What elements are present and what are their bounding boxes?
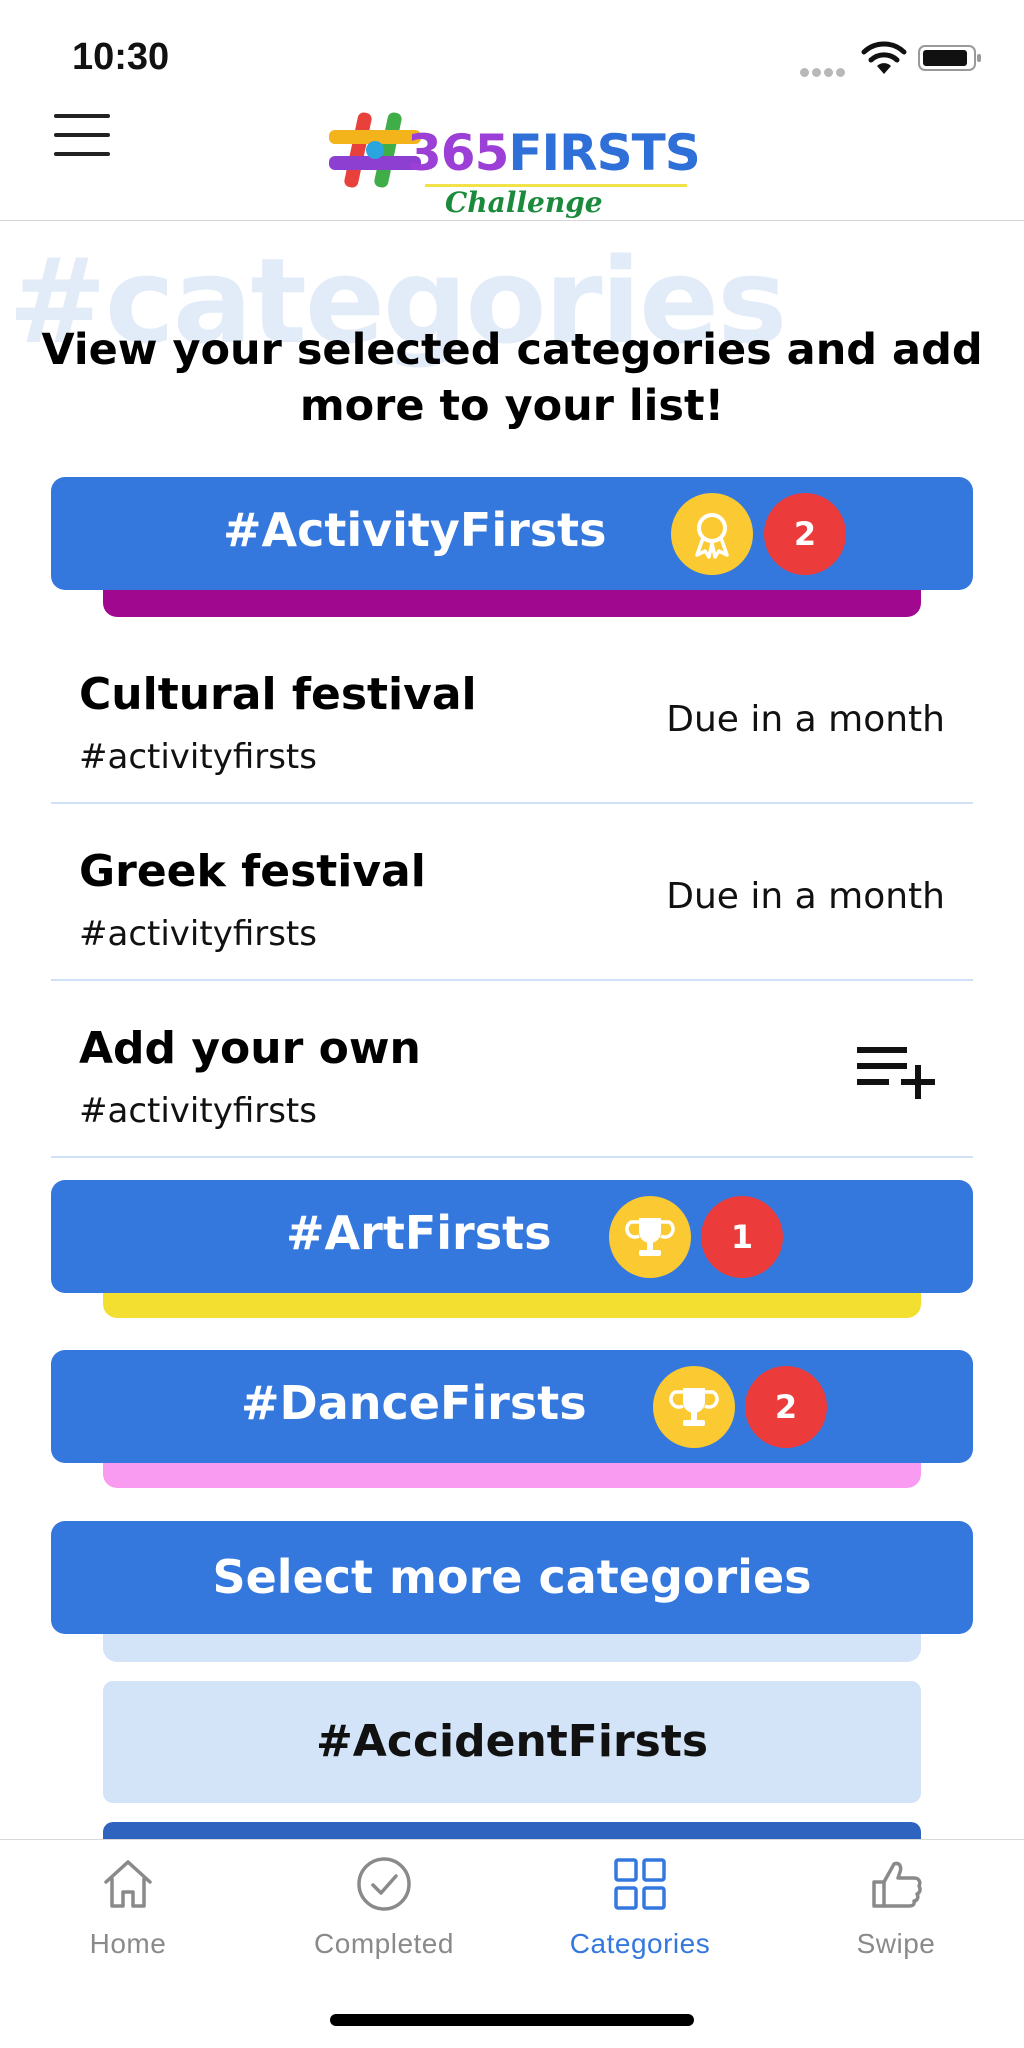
- category-card-art: #ArtFirsts 1: [51, 1180, 973, 1320]
- grid-icon: [614, 1858, 666, 1910]
- tab-home[interactable]: Home: [0, 1854, 256, 1974]
- item-due-date: Due in a month: [666, 699, 945, 740]
- trophy-icon: [653, 1366, 735, 1448]
- home-icon: [104, 1860, 152, 1908]
- home-indicator: [330, 2014, 694, 2026]
- tab-completed[interactable]: Completed: [256, 1854, 512, 1974]
- tab-swipe[interactable]: Swipe: [768, 1854, 1024, 1974]
- status-bar: 10:30: [0, 0, 1024, 100]
- select-more-label: Select more categories: [212, 1550, 812, 1604]
- tab-categories[interactable]: Categories: [512, 1854, 768, 1974]
- category-title: #DanceFirsts: [241, 1376, 587, 1430]
- item-title: Add your own: [79, 1023, 421, 1074]
- list-item[interactable]: Greek festival #activityfirsts Due in a …: [51, 804, 973, 981]
- item-title: Greek festival: [79, 846, 426, 897]
- category-title: #ArtFirsts: [286, 1206, 552, 1260]
- category-card-dance: #DanceFirsts 2: [51, 1350, 973, 1490]
- check-circle-icon: [357, 1857, 411, 1911]
- category-title: #ActivityFirsts: [223, 503, 607, 557]
- hamburger-menu-icon[interactable]: [54, 114, 110, 158]
- category-header-dance[interactable]: #DanceFirsts 2: [51, 1350, 973, 1463]
- completed-count-badge: 2: [745, 1366, 827, 1448]
- tab-label: Home: [89, 1928, 167, 1959]
- status-time: 10:30: [72, 36, 170, 78]
- unselected-category-accident[interactable]: #AccidentFirsts: [103, 1681, 921, 1803]
- logo-wordmark: 365FIRSTS: [407, 124, 701, 182]
- app-logo: 365FIRSTS Challenge: [325, 110, 701, 219]
- list-item[interactable]: Cultural festival #activityfirsts Due in…: [51, 627, 973, 804]
- trophy-icon: [609, 1196, 691, 1278]
- page-subtitle: View your selected categories and add mo…: [41, 325, 983, 431]
- unselected-category-title: #AccidentFirsts: [315, 1716, 709, 1767]
- playlist-add-icon[interactable]: [857, 1043, 939, 1099]
- item-title: Cultural festival: [79, 669, 477, 720]
- item-due-date: Due in a month: [666, 876, 945, 917]
- ribbon-medal-icon: [671, 493, 753, 575]
- cellular-signal-icon: [800, 62, 848, 81]
- tab-label: Categories: [569, 1928, 711, 1959]
- item-hashtag: #activityfirsts: [79, 1091, 317, 1131]
- wifi-icon: [861, 41, 907, 74]
- logo-subtitle: Challenge: [445, 186, 603, 219]
- category-header-art[interactable]: #ArtFirsts 1: [51, 1180, 973, 1293]
- item-hashtag: #activityfirsts: [79, 737, 317, 777]
- completed-count-badge: 1: [701, 1196, 783, 1278]
- category-card-activity: #ActivityFirsts 2: [51, 477, 973, 617]
- category-header-activity[interactable]: #ActivityFirsts 2: [51, 477, 973, 590]
- completed-count-badge: 2: [764, 493, 846, 575]
- item-hashtag: #activityfirsts: [79, 914, 317, 954]
- app-header: 365FIRSTS Challenge: [0, 100, 1024, 221]
- add-your-own-item[interactable]: Add your own #activityfirsts: [51, 981, 973, 1158]
- tab-label: Swipe: [856, 1928, 936, 1959]
- tab-label: Completed: [314, 1928, 454, 1959]
- select-more-categories-button[interactable]: Select more categories: [51, 1521, 973, 1634]
- battery-icon: [918, 45, 981, 71]
- thumbs-up-icon: [872, 1861, 922, 1908]
